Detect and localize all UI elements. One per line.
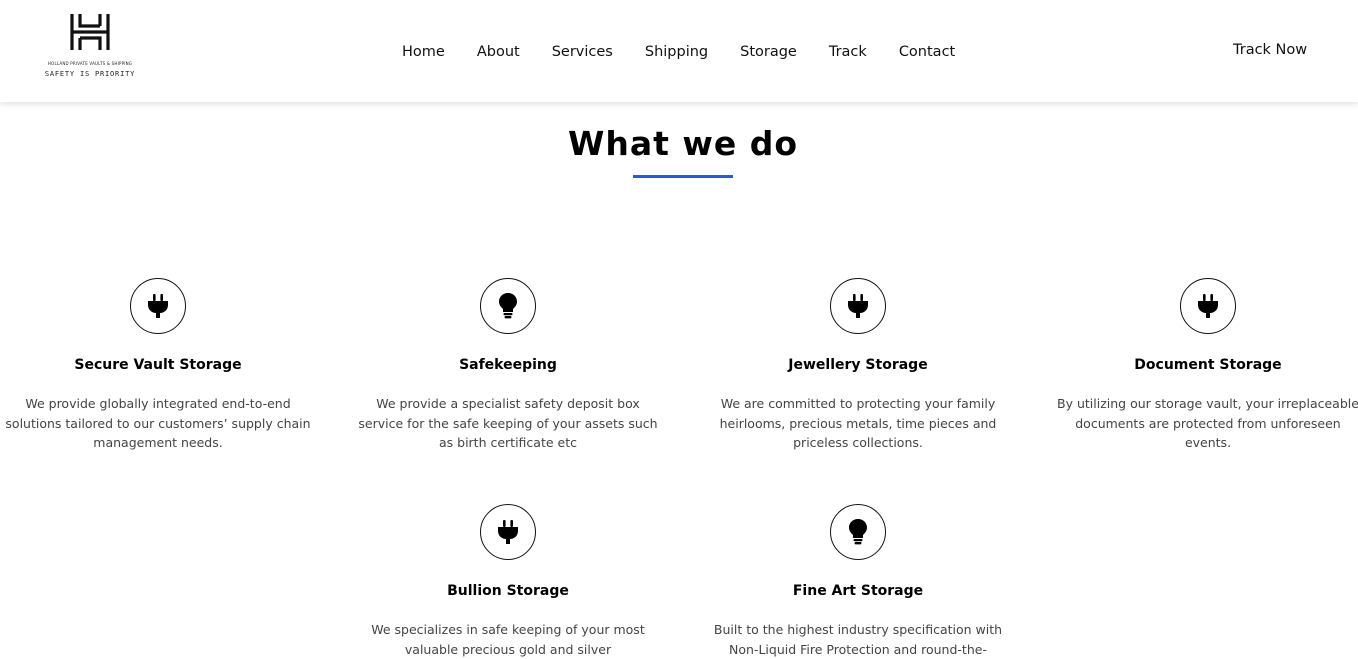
service-icon-circle — [1180, 278, 1236, 334]
service-description: We provide globally integrated end-to-en… — [5, 396, 311, 450]
section-title: What we do — [567, 124, 799, 163]
nav-item-shipping[interactable]: Shipping — [629, 43, 724, 61]
track-now-button[interactable]: Track Now — [1233, 42, 1307, 58]
service-card-fine-art-storage: Fine Art Storage Built to the highest in… — [703, 504, 1013, 659]
service-icon-circle — [130, 278, 186, 334]
brand-logo[interactable]: HOLLAND PRIVATE VAULTS & SHIPPING SAFETY… — [44, 12, 136, 88]
service-icon-circle — [830, 278, 886, 334]
service-description: Built to the highest industry specificat… — [713, 622, 1003, 657]
nav-item-track[interactable]: Track — [813, 43, 883, 61]
service-card-document-storage: Document Storage By utilizing our storag… — [1053, 278, 1358, 453]
plug-icon — [148, 294, 168, 318]
nav-item-about[interactable]: About — [461, 43, 536, 61]
site-header: HOLLAND PRIVATE VAULTS & SHIPPING SAFETY… — [0, 0, 1358, 102]
service-card-secure-vault-storage: Secure Vault Storage We provide globally… — [3, 278, 313, 453]
service-icon-circle — [480, 504, 536, 560]
service-title: Document Storage — [1134, 357, 1282, 373]
service-card-jewellery-storage: Jewellery Storage We are committed to pr… — [703, 278, 1013, 453]
service-title: Bullion Storage — [447, 583, 569, 599]
nav-item-home[interactable]: Home — [386, 43, 461, 61]
nav-item-storage[interactable]: Storage — [724, 43, 813, 61]
main-nav: Home About Services Shipping Storage Tra… — [386, 43, 971, 61]
service-title: Safekeeping — [459, 357, 557, 373]
service-title: Fine Art Storage — [792, 583, 924, 599]
plug-icon — [498, 520, 518, 544]
service-card-safekeeping: Safekeeping We provide a specialist safe… — [353, 278, 663, 453]
lightbulb-icon — [499, 293, 517, 319]
brand-tagline: SAFETY IS PRIORITY — [44, 70, 136, 78]
service-description: We are committed to protecting your fami… — [719, 396, 997, 450]
service-description: We specializes in safe keeping of your m… — [371, 622, 645, 657]
plug-icon — [1198, 294, 1218, 318]
h-monogram-icon — [70, 14, 110, 50]
brand-small-text: HOLLAND PRIVATE VAULTS & SHIPPING — [47, 61, 133, 66]
service-title: Jewellery Storage — [788, 357, 928, 373]
plug-icon — [848, 294, 868, 318]
nav-item-services[interactable]: Services — [536, 43, 629, 61]
nav-item-contact[interactable]: Contact — [883, 43, 971, 61]
service-description: We provide a specialist safety deposit b… — [358, 396, 658, 450]
lightbulb-icon — [849, 519, 867, 545]
service-card-bullion-storage: Bullion Storage We specializes in safe k… — [353, 504, 663, 659]
service-description: By utilizing our storage vault, your irr… — [1057, 396, 1358, 450]
service-title: Secure Vault Storage — [74, 357, 242, 373]
service-icon-circle — [830, 504, 886, 560]
service-icon-circle — [480, 278, 536, 334]
title-underline — [633, 175, 733, 178]
